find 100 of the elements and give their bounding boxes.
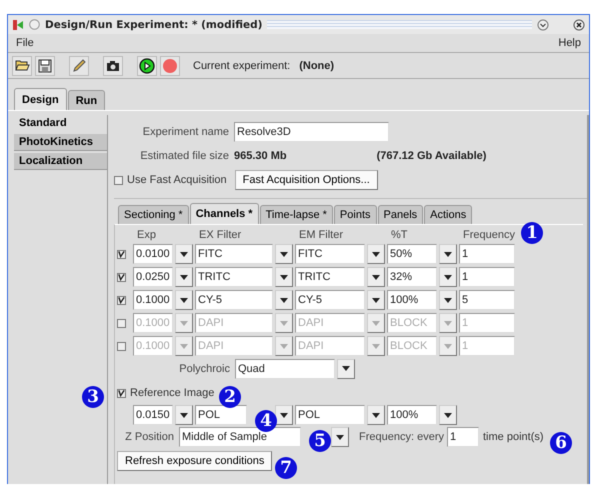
menu-item[interactable]: File (16, 37, 34, 49)
dropdown-button[interactable] (275, 290, 293, 310)
polychroic-field[interactable]: Quad (235, 358, 335, 378)
file-size-value: 965.30 Mb (234, 150, 287, 162)
exposure-field[interactable]: 0.0150 (133, 405, 173, 425)
dropdown-button[interactable] (175, 290, 193, 310)
dropdown-arrow-icon (372, 252, 380, 256)
transmission-field[interactable]: 32% (387, 267, 437, 287)
z-position-field[interactable]: Middle of Sample (179, 427, 301, 447)
menu-item[interactable]: Help (558, 37, 581, 49)
dropdown-arrow-icon (280, 274, 288, 280)
dropdown-button[interactable] (367, 267, 385, 287)
experiment-name-field[interactable]: Resolve3D (234, 122, 389, 142)
checkbox[interactable] (117, 250, 126, 258)
camera-icon[interactable] (103, 56, 123, 76)
callout-number: 6 (550, 432, 572, 454)
unit-label: time point(s) (483, 431, 544, 443)
dropdown-arrow-icon (180, 344, 188, 348)
current-experiment-value: (None) (299, 60, 334, 72)
callout-number: 2 (219, 386, 241, 408)
dropdown-arrow-icon (280, 344, 288, 348)
tab[interactable]: Panels (378, 205, 424, 224)
dropdown-button[interactable] (337, 358, 355, 378)
ex-filter-field[interactable]: TRITC (195, 267, 273, 287)
dropdown-button[interactable] (367, 244, 385, 264)
dropdown-button[interactable] (367, 290, 385, 310)
fast-acquisition-options-button[interactable]: Fast Acquisition Options... (234, 170, 378, 190)
dropdown-button[interactable] (275, 244, 293, 264)
dropdown-button[interactable] (439, 290, 457, 310)
checkbox[interactable] (117, 296, 126, 304)
dropdown-arrow-icon (180, 274, 188, 280)
em-filter-field[interactable]: POL (295, 405, 365, 425)
dropdown-arrow-icon (336, 434, 344, 440)
dropdown-button[interactable] (331, 427, 349, 447)
tab[interactable]: Actions (424, 205, 472, 224)
field-label: Frequency: every (359, 431, 445, 443)
frequency-field[interactable]: 1 (447, 427, 479, 447)
tab[interactable]: Sectioning * (118, 205, 189, 224)
dropdown-button[interactable] (175, 267, 193, 287)
tab[interactable]: Points (334, 205, 376, 224)
column-header: %T (390, 229, 408, 241)
dropdown-button[interactable] (175, 405, 193, 425)
dropdown-button[interactable] (367, 405, 385, 425)
transmission-field[interactable]: 100% (387, 290, 437, 310)
dropdown-arrow-icon (444, 274, 452, 280)
minimize-icon[interactable] (537, 18, 549, 30)
tab[interactable]: Channels * (190, 203, 259, 224)
app-icon (12, 18, 24, 30)
callout-number: 3 (82, 386, 104, 408)
dropdown-button[interactable] (175, 244, 193, 264)
dropdown-button[interactable] (275, 405, 293, 425)
frequency-field[interactable]: 5 (459, 290, 515, 310)
dropdown-arrow-icon (372, 298, 380, 302)
dropdown-button[interactable] (439, 244, 457, 264)
column-header: Frequency (462, 229, 515, 241)
checkbox[interactable] (117, 342, 126, 350)
tab[interactable]: Time-lapse * (260, 205, 333, 224)
dropdown-arrow-icon (280, 320, 288, 326)
dropdown-arrow-icon (180, 320, 188, 326)
checkbox[interactable] (114, 176, 123, 184)
close-icon[interactable] (573, 18, 585, 30)
field-label: Estimated file size (139, 150, 230, 162)
em-filter-field[interactable]: CY-5 (295, 290, 365, 310)
exposure-field[interactable]: 0.0250 (133, 267, 173, 287)
sidebar-item[interactable]: PhotoKinetics (14, 134, 107, 151)
field-label: Experiment name (142, 126, 230, 138)
frequency-field[interactable]: 1 (459, 244, 515, 264)
checkbox[interactable] (117, 318, 126, 328)
dropdown-button[interactable] (439, 267, 457, 287)
dropdown-arrow-icon (372, 320, 380, 326)
ex-filter-field[interactable]: FITC (195, 244, 273, 264)
tab[interactable]: Design (14, 88, 67, 110)
exposure-field[interactable]: 0.1000 (133, 290, 173, 310)
play-icon[interactable] (137, 56, 157, 76)
dropdown-button[interactable] (275, 267, 293, 287)
column-header: EM Filter (298, 229, 344, 241)
frequency-field[interactable]: 1 (459, 267, 515, 287)
ex-filter-field[interactable]: CY-5 (195, 290, 273, 310)
dropdown-arrow-icon (280, 252, 288, 256)
dropdown-arrow-icon (280, 412, 288, 418)
dropdown-arrow-icon (280, 298, 288, 302)
dropdown-button[interactable] (439, 405, 457, 425)
refresh-button[interactable]: Refresh exposure conditions (117, 451, 272, 471)
edit-icon[interactable] (69, 56, 89, 76)
available-space: (767.12 Gb Available) (376, 150, 486, 162)
open-folder-icon[interactable] (12, 56, 32, 76)
dropdown-arrow-icon (444, 252, 452, 256)
ex-filter-field[interactable]: POL (195, 405, 247, 425)
save-icon[interactable] (35, 56, 55, 76)
tab[interactable]: Run (68, 90, 106, 110)
checkbox[interactable] (117, 388, 126, 398)
field-label: Z Position (124, 431, 175, 443)
exposure-field[interactable]: 0.0100 (133, 244, 173, 264)
sidebar-item[interactable]: Localization (14, 153, 107, 170)
em-filter-field[interactable]: TRITC (295, 267, 365, 287)
transmission-field[interactable]: 50% (387, 244, 437, 264)
transmission-field[interactable]: 100% (387, 405, 437, 425)
checkbox[interactable] (117, 272, 126, 282)
column-header: Exp (136, 229, 157, 241)
em-filter-field[interactable]: FITC (295, 244, 365, 264)
